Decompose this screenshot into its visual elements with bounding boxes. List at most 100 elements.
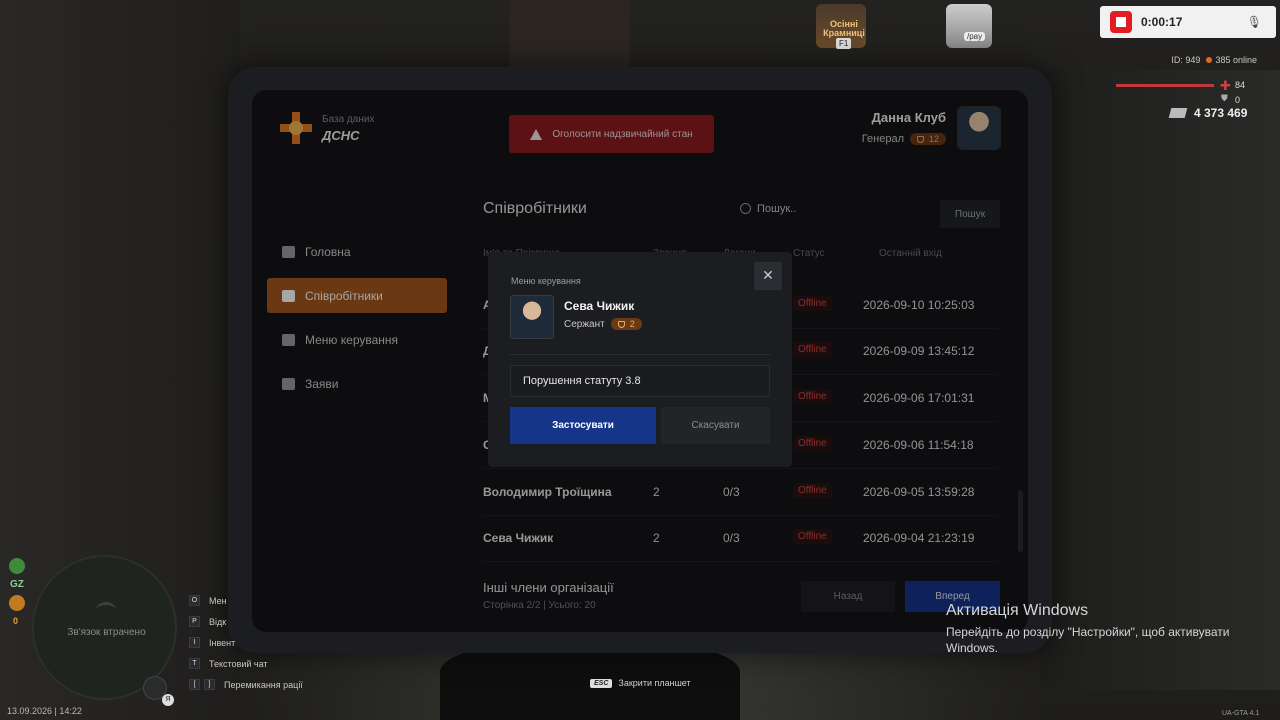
- car-icon[interactable]: /pay: [946, 4, 992, 48]
- employee-rank-label: Сержант: [564, 318, 605, 330]
- column-last-login: Останній вхід: [879, 248, 942, 259]
- key-hint: T: [189, 658, 200, 669]
- keybind-label: Інвент: [209, 637, 236, 648]
- armor-value: 0: [1235, 95, 1241, 105]
- armor-icon: ⛊: [1221, 93, 1228, 103]
- health-icon: ✚: [1220, 78, 1231, 93]
- control-menu-modal: Меню керування ✕ Сева Чижик Сержант 2 За…: [488, 252, 792, 467]
- user-info: Данна Клуб Генерал 12: [862, 110, 946, 145]
- apply-button[interactable]: Застосувати: [510, 407, 656, 444]
- close-tablet-label: Закрити планшет: [618, 678, 691, 688]
- status-badge: Offline: [793, 483, 832, 498]
- player-id: ID: 949: [1171, 55, 1201, 65]
- key-hint: I: [189, 637, 200, 648]
- minimap-status: Зв'язок втрачено: [67, 627, 146, 638]
- table-row[interactable]: Сева Чижик 2 0/3 Offline 2026-09-04 21:2…: [483, 516, 999, 562]
- health-value: 84: [1235, 80, 1246, 90]
- date-time: 13.09.2026 | 14:22: [7, 706, 82, 716]
- user-rank-level: 12: [928, 134, 939, 144]
- stop-recording-button[interactable]: [1110, 11, 1132, 33]
- row-last-login: 2026-09-09 13:45:12: [863, 344, 975, 358]
- close-button[interactable]: ✕: [754, 262, 782, 290]
- keybind-row: O Мен: [189, 590, 303, 611]
- modal-title: Меню керування: [511, 276, 581, 286]
- windows-activation-watermark: Активація Windows Перейдіть до розділу "…: [946, 602, 1246, 656]
- row-last-login: 2026-09-06 17:01:31: [863, 391, 975, 405]
- status-badge: Offline: [793, 296, 832, 311]
- status-badge: Offline: [793, 436, 832, 451]
- brand-name: ДСНС: [322, 127, 360, 143]
- recording-time: 0:00:17: [1141, 15, 1183, 29]
- money-display: 4 373 469: [1168, 106, 1248, 120]
- key-hint: ]: [204, 679, 215, 690]
- online-dot-icon: [1206, 57, 1213, 63]
- row-last-login: 2026-09-10 10:25:03: [863, 298, 975, 312]
- sidebar-item-home[interactable]: Головна: [267, 234, 447, 269]
- brand-subtitle: База даних: [322, 113, 375, 125]
- health-bar: [1116, 84, 1214, 87]
- keybind-row: I Інвент: [189, 632, 303, 653]
- mic-off-icon[interactable]: 🎙: [1247, 15, 1262, 29]
- cancel-button[interactable]: Скасувати: [661, 407, 770, 444]
- close-icon: ✕: [762, 268, 774, 284]
- sidebar-nav: Головна Співробітники Меню керування Зая…: [267, 234, 447, 410]
- search-icon: [740, 203, 751, 214]
- folder-icon: [282, 377, 295, 390]
- keybind-list: O Мен P Відк I Інвент T Текстовий чат [] Пере…: [189, 590, 303, 695]
- keybind-label: Мен: [209, 595, 227, 606]
- user-name: Данна Клуб: [871, 110, 946, 125]
- sidebar-item-control-menu[interactable]: Меню керування: [267, 322, 447, 357]
- avatar[interactable]: [957, 106, 1001, 150]
- scene-pillar: [510, 0, 630, 70]
- sidebar-item-label: Співробітники: [305, 288, 383, 303]
- server-info: ID: 949 385 online: [1171, 55, 1257, 65]
- row-rank: 2: [653, 531, 660, 545]
- autumn-key-hint: F1: [836, 38, 852, 49]
- row-warns: 0/3: [723, 485, 740, 499]
- gz-label: GZ: [10, 579, 24, 590]
- scene-right: [1040, 70, 1280, 690]
- sidebar-item-applications[interactable]: Заяви: [267, 366, 447, 401]
- gear-icon: [282, 333, 295, 346]
- gz-icon: [9, 558, 25, 574]
- page-title: Співробітники: [483, 200, 587, 217]
- back-button[interactable]: Назад: [801, 581, 895, 612]
- divider: [510, 354, 770, 355]
- status-badge: Offline: [793, 529, 832, 544]
- user-rank: Генерал 12: [862, 133, 946, 145]
- stop-icon: [1116, 17, 1126, 27]
- key-hint: P: [189, 616, 200, 627]
- declare-emergency-label: Оголосити надзвичайний стан: [552, 128, 693, 140]
- search-input[interactable]: [757, 198, 917, 220]
- pagination-info: Сторінка 2/2 | Усього: 20: [483, 600, 596, 611]
- users-icon: [282, 289, 295, 302]
- no-signal-icon: [96, 602, 116, 618]
- keybind-row: P Відк: [189, 611, 303, 632]
- autumn-event-label: Осінні Крамниці: [823, 19, 865, 38]
- reason-input[interactable]: [510, 365, 770, 397]
- esc-key-hint: ESC: [590, 678, 613, 688]
- key-hint: [: [189, 679, 200, 690]
- keybind-label: Текстовий чат: [209, 658, 268, 669]
- warning-icon: [530, 128, 543, 140]
- shield-icon: [617, 320, 625, 328]
- mic-key-hint: Я: [162, 694, 174, 706]
- shield-icon: [916, 135, 924, 143]
- table-scrollbar[interactable]: [1018, 490, 1023, 552]
- employee-rank-badge: 2: [610, 318, 642, 330]
- recording-widget: 0:00:17 🎙: [1100, 6, 1276, 38]
- employee-rank-level: 2: [629, 319, 635, 329]
- row-last-login: 2026-09-06 11:54:18: [863, 438, 974, 452]
- sidebar-item-label: Заяви: [305, 376, 339, 391]
- declare-emergency-button[interactable]: Оголосити надзвичайний стан: [509, 115, 714, 153]
- sidebar-item-employees[interactable]: Співробітники: [267, 278, 447, 313]
- money-value: 4 373 469: [1194, 106, 1248, 120]
- status-badge: Offline: [793, 342, 832, 357]
- brand: База даних ДСНС: [280, 112, 374, 144]
- keybind-label: Відк: [209, 616, 227, 627]
- version-label: UA-GTA 4.1: [1222, 710, 1260, 717]
- table-row[interactable]: Володимир Троїщина 2 0/3 Offline 2026-09…: [483, 470, 999, 516]
- online-count: 385 online: [1215, 55, 1257, 65]
- money-icon: [1168, 108, 1188, 118]
- search-button[interactable]: Пошук: [940, 200, 1000, 228]
